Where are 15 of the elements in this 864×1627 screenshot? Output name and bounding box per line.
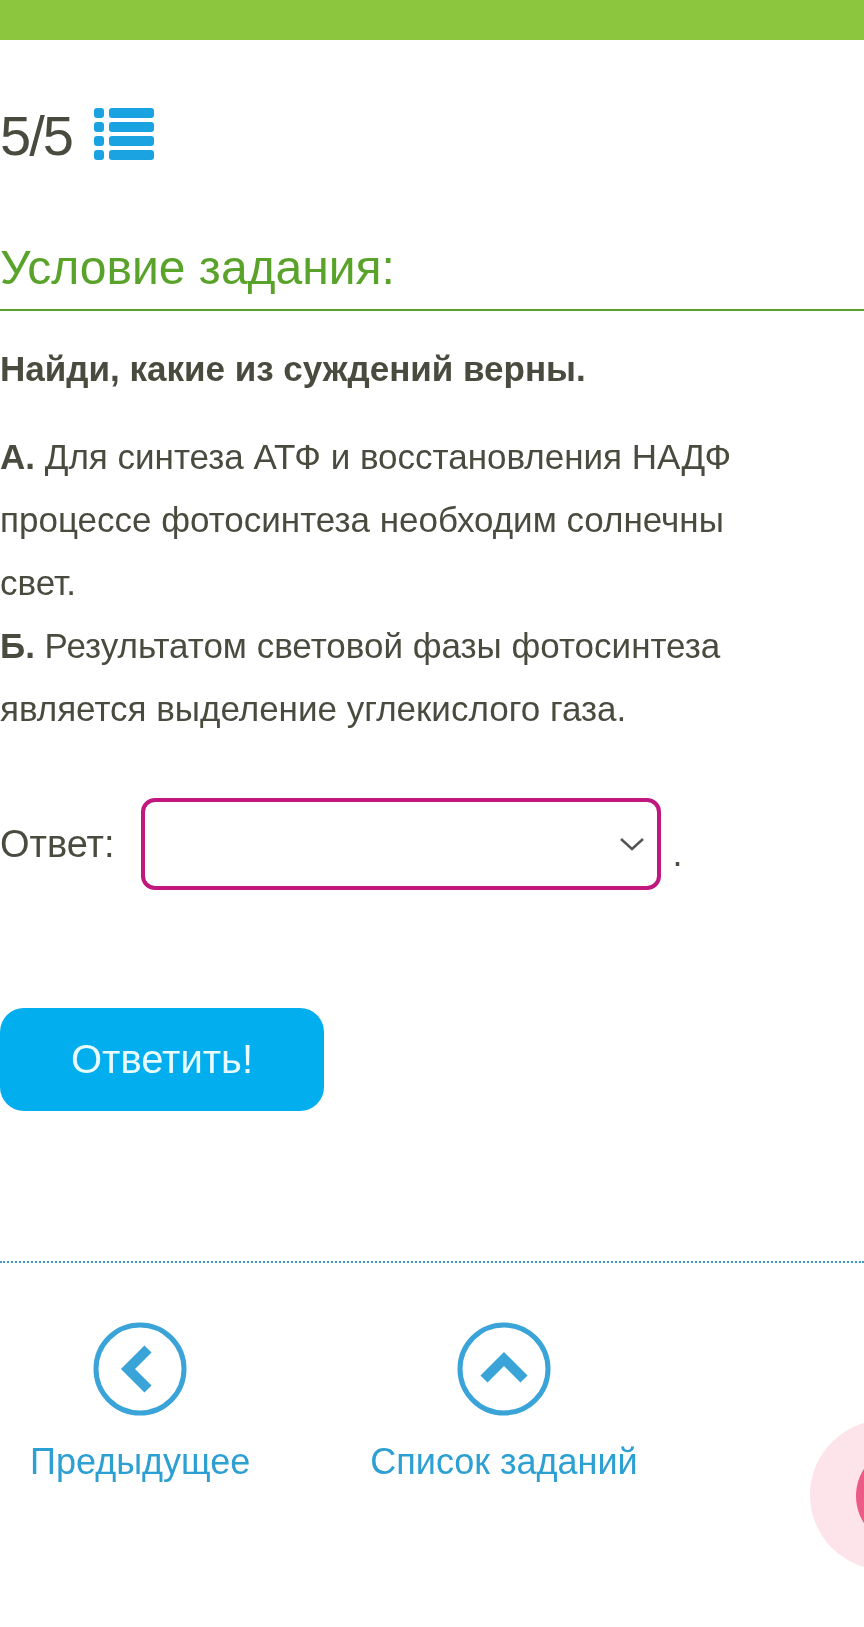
section-heading: Условие задания:: [0, 240, 395, 295]
chevron-up-icon: [456, 1321, 552, 1417]
chevron-left-icon: [92, 1321, 189, 1417]
submit-button[interactable]: Ответить!: [0, 1008, 324, 1111]
statement-text: А. Для синтеза АТФ и восстановления НАДФ процессе фотосинтеза необходим солнечны свет.: [0, 436, 733, 604]
nav-link[interactable]: Предыдущее: [30, 1321, 251, 1483]
nav-link[interactable]: Список заданий: [370, 1321, 638, 1483]
question-text: Найди, какие из суждений верны.: [0, 349, 586, 389]
answer-dropdown[interactable]: [140, 798, 661, 890]
statement-text: Б. Результатом световой фазы фотосинтеза является выделение углекислого газа.: [0, 625, 722, 730]
caret-icon: [618, 836, 645, 852]
progress-counter: 5/5: [0, 102, 72, 168]
answer-label: Ответ:: [0, 822, 115, 866]
period-text: .: [672, 833, 683, 875]
list-icon[interactable]: [93, 108, 154, 162]
